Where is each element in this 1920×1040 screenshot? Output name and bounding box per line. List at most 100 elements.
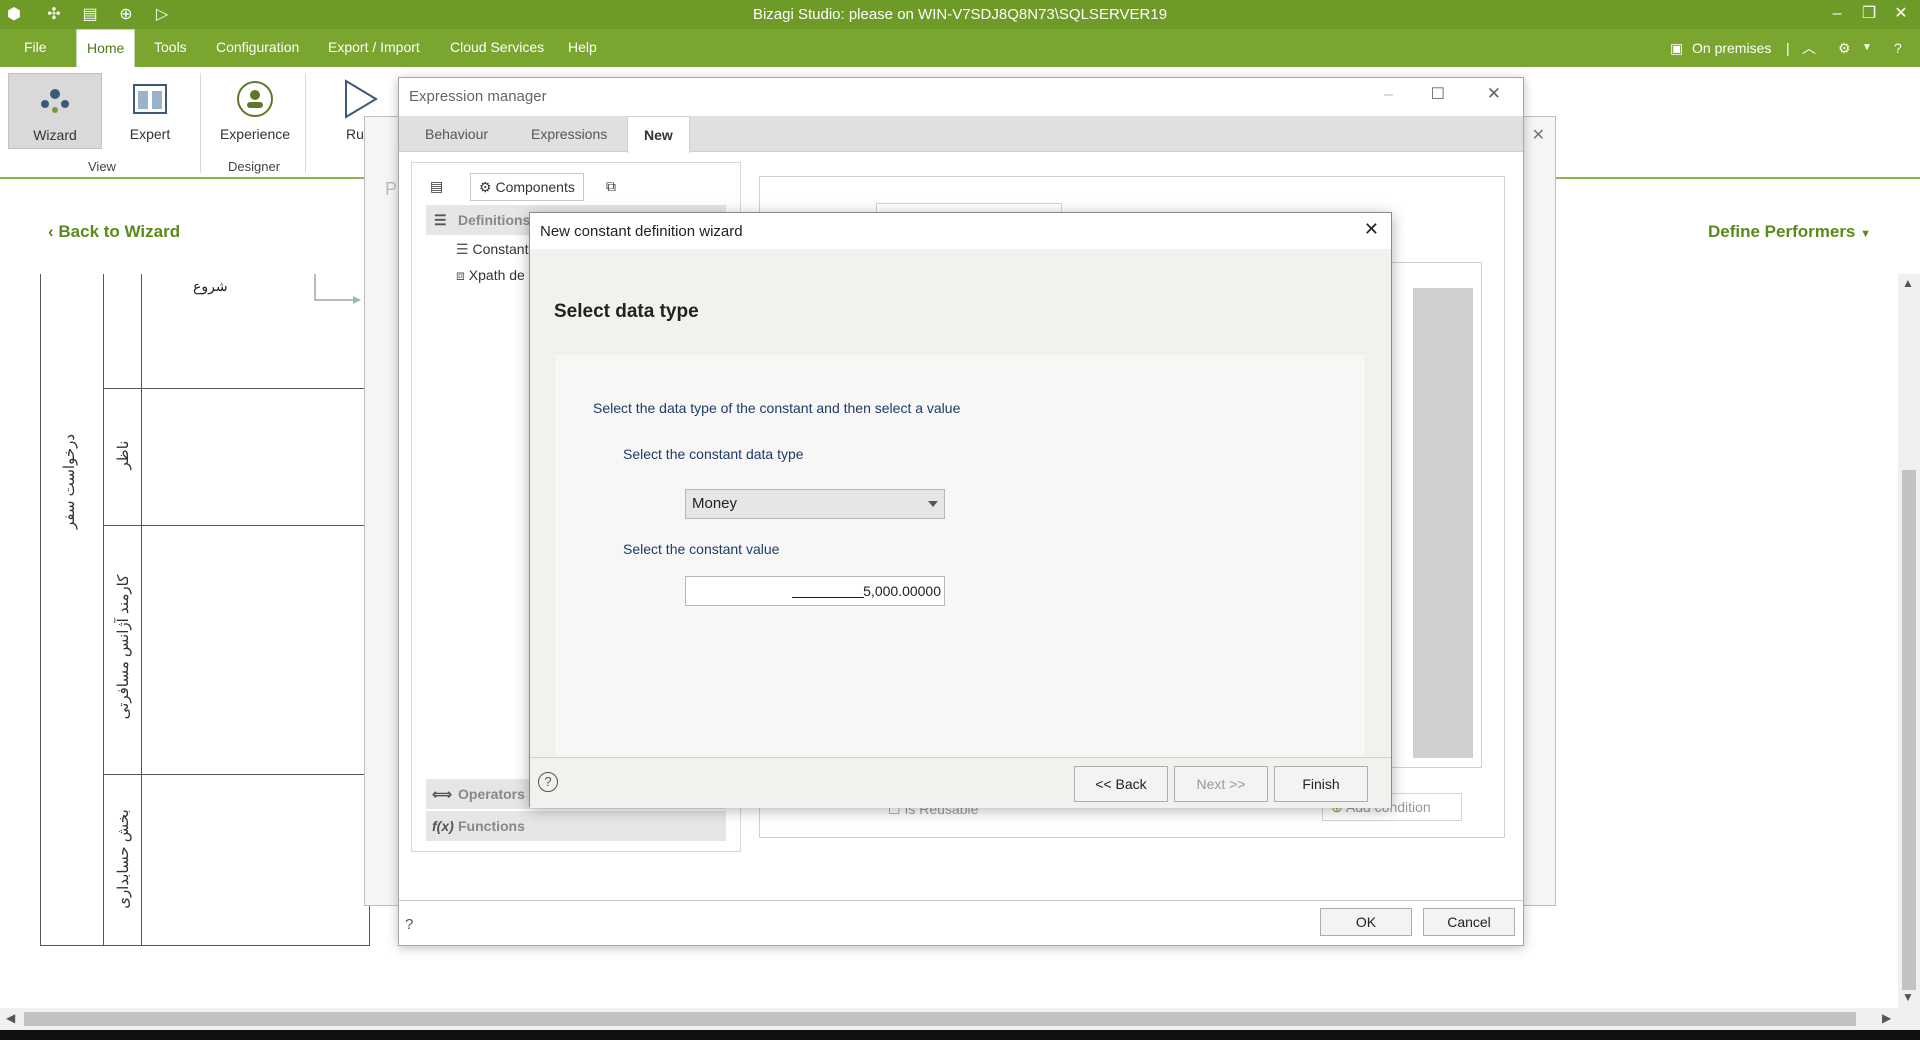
tree-item-label: Xpath de (468, 267, 525, 283)
data-type-select[interactable]: Money (685, 489, 945, 519)
chevron-left-icon: ‹ (48, 222, 54, 241)
definitions-label: Definitions (458, 212, 531, 228)
constant-value: 5,000.00000 (863, 583, 941, 599)
vertical-scrollbar[interactable]: ▲ ▼ (1898, 274, 1920, 1008)
dropdown-arrow-icon (928, 501, 938, 507)
pool-name: درخواست سفر (61, 433, 78, 529)
scroll-right-icon[interactable]: ▶ (1882, 1011, 1891, 1025)
tab-behaviour[interactable]: Behaviour (409, 116, 504, 152)
functions-section[interactable]: f(x) Functions (426, 811, 726, 841)
ribbon-tabs: File Home Tools Configuration Export / I… (0, 29, 1920, 67)
help-icon[interactable]: ? (538, 772, 558, 792)
wizard-footer: ? << Back Next >> Finish (530, 757, 1391, 808)
tree-item-label: Constant (472, 241, 529, 257)
start-event-label: شروع (193, 278, 228, 294)
play-icon (345, 79, 378, 119)
back-to-wizard-link[interactable]: ‹ Back to Wizard (48, 222, 180, 242)
help-icon[interactable]: ? (405, 916, 413, 933)
cancel-button[interactable]: Cancel (1423, 908, 1515, 936)
horizontal-scrollbar[interactable]: ◀ ▶ (0, 1008, 1920, 1030)
experience-button[interactable]: Experience (210, 73, 300, 145)
close-icon[interactable]: ✕ (1890, 3, 1912, 25)
tab-expressions[interactable]: Expressions (515, 116, 623, 152)
wizard-button[interactable]: Wizard (8, 73, 102, 149)
tree-item-xpath[interactable]: ⧈ Xpath de (456, 267, 525, 284)
scroll-up-icon[interactable]: ▲ (1902, 276, 1914, 290)
wizard-heading: Select data type (554, 301, 699, 322)
lane-header-divider (141, 274, 142, 945)
tab-export-import[interactable]: Export / Import (318, 29, 430, 67)
expert-button[interactable]: Expert (106, 73, 194, 145)
lane-divider (103, 774, 369, 775)
background-dialog-letter: P (385, 179, 398, 199)
tab-home[interactable]: Home (76, 29, 136, 67)
document-icon[interactable]: ▤ (430, 173, 443, 201)
lane-name: بخش حسابداری (115, 809, 132, 909)
tab-cloud-services[interactable]: Cloud Services (440, 29, 554, 67)
experience-label: Experience (219, 126, 291, 142)
minimize-icon[interactable]: – (1384, 86, 1393, 104)
instruction-text: Select the data type of the constant and… (593, 400, 961, 416)
mask-underline (792, 597, 864, 598)
wizard-body: Select data type Select the data type of… (530, 249, 1391, 773)
functions-label: Functions (458, 818, 525, 834)
tab-components[interactable]: ⚙ Components (470, 173, 584, 201)
wizard-icon (41, 89, 69, 113)
copy-icon[interactable]: ⧉ (606, 173, 616, 201)
scroll-left-icon[interactable]: ◀ (6, 1011, 15, 1025)
settings-gear-icon[interactable]: ⚙ (1838, 29, 1851, 67)
ok-button[interactable]: OK (1320, 908, 1412, 936)
collapse-ribbon-icon[interactable]: ︿ (1802, 29, 1816, 67)
constant-value-input[interactable]: 5,000.00000 (685, 576, 945, 606)
scrollbar-thumb[interactable] (1902, 470, 1916, 990)
help-icon[interactable]: ? (1894, 29, 1902, 67)
ribbon-separator (200, 73, 201, 173)
chevron-down-icon[interactable]: ▼ (1862, 29, 1872, 67)
define-performers-label: Define Performers (1708, 222, 1856, 241)
caret-down-icon: ▼ (1860, 228, 1872, 240)
maximize-icon[interactable]: ☐ (1431, 84, 1445, 104)
type-label: Select the constant data type (623, 446, 804, 462)
back-button[interactable]: << Back (1074, 766, 1168, 802)
tree-item-constant[interactable]: ☰ Constant (456, 241, 529, 258)
scrollbar-thumb[interactable] (24, 1012, 1856, 1026)
footer-divider (399, 900, 1523, 901)
on-premises-label[interactable]: On premises (1692, 29, 1771, 67)
title-bar: ⬢ ✣ ▤ ⊕ ▷ Bizagi Studio: please on WIN-V… (0, 0, 1920, 29)
close-icon[interactable]: ✕ (1487, 84, 1501, 104)
tab-configuration[interactable]: Configuration (206, 29, 309, 67)
expression-tabs: Behaviour Expressions New (399, 116, 1523, 153)
taskbar (0, 1030, 1920, 1040)
function-icon: f(x) (432, 818, 454, 834)
operators-icon: ⟺ (432, 786, 453, 802)
dialog-header: Expression manager – ☐ ✕ (399, 78, 1523, 116)
close-icon[interactable]: ✕ (1364, 219, 1379, 240)
lane-name: ناظر (115, 440, 132, 470)
expert-label: Expert (129, 126, 171, 142)
group-view: View (88, 159, 116, 174)
close-icon[interactable]: ✕ (1532, 125, 1545, 145)
process-pool[interactable]: درخواست سفر ناظر کارمند آژانس مسافرتی بخ… (40, 274, 370, 946)
scroll-down-icon[interactable]: ▼ (1902, 990, 1914, 1004)
next-button[interactable]: Next >> (1174, 766, 1268, 802)
expert-icon (133, 84, 167, 114)
minimize-icon[interactable]: – (1826, 3, 1848, 25)
tab-tools[interactable]: Tools (144, 29, 197, 67)
pool-divider (103, 274, 104, 945)
experience-icon (237, 81, 273, 117)
tab-file[interactable]: File (14, 29, 57, 67)
preview-area (1413, 288, 1473, 758)
finish-button[interactable]: Finish (1274, 766, 1368, 802)
lane-divider (103, 388, 369, 389)
define-performers-menu[interactable]: Define Performers ▼ (1708, 222, 1871, 242)
separator: | (1786, 40, 1790, 56)
lane-divider (103, 525, 369, 526)
group-designer: Designer (228, 159, 281, 174)
tab-help[interactable]: Help (558, 29, 607, 67)
tab-new[interactable]: New (627, 116, 690, 153)
ribbon-separator (305, 73, 306, 173)
dialog-header: New constant definition wizard ✕ (530, 213, 1391, 249)
restore-icon[interactable]: ❐ (1858, 3, 1880, 25)
sequence-flow-arrow[interactable] (309, 274, 371, 344)
back-to-wizard-label: Back to Wizard (58, 222, 181, 241)
